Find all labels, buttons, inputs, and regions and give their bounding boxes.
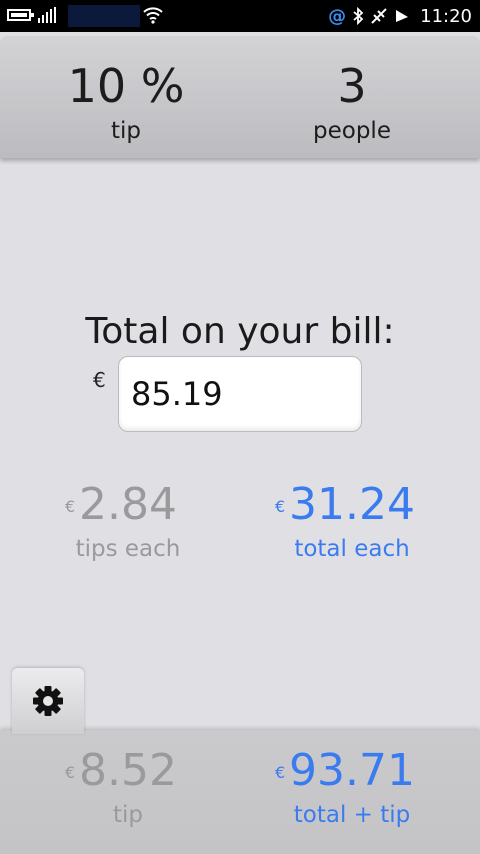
people-label: people	[313, 118, 391, 144]
people-value: 3	[337, 59, 367, 113]
tip-total-result: €8.52 tip	[8, 746, 248, 830]
signal-icon	[38, 7, 60, 23]
currency-symbol: €	[275, 497, 286, 516]
settings-button[interactable]	[12, 668, 84, 734]
currency-symbol: €	[65, 763, 76, 782]
total-each-value: 31.24	[289, 479, 415, 530]
alarm-icon	[396, 10, 409, 22]
total-plus-tip-label: total + tip	[293, 802, 411, 828]
total-each-result: €31.24 total each	[232, 480, 472, 564]
bill-amount-input[interactable]	[118, 356, 362, 432]
tips-each-label: tips each	[75, 536, 181, 562]
tip-percent-selector[interactable]: 10 % tip	[6, 36, 246, 158]
clock: 11:20	[420, 5, 472, 27]
settings-panel: 10 % tip 3 people	[0, 36, 480, 158]
currency-symbol: €	[275, 763, 286, 782]
operator-label	[68, 5, 140, 27]
currency-symbol: €	[65, 497, 76, 516]
no-signal-icon	[371, 8, 387, 24]
tips-each-value: 2.84	[79, 479, 177, 530]
total-plus-tip-result: €93.71 total + tip	[232, 746, 472, 830]
at-icon: @	[328, 5, 347, 27]
bill-currency-symbol: €	[93, 368, 106, 392]
gear-icon	[33, 686, 63, 716]
bill-total-label: Total on your bill:	[85, 311, 395, 352]
wifi-icon	[143, 7, 163, 24]
tip-total-label: tip	[112, 802, 143, 828]
totals-panel: €8.52 tip €93.71 total + tip	[0, 730, 480, 854]
tip-percent-value: 10 %	[67, 59, 185, 113]
total-each-label: total each	[294, 536, 410, 562]
tip-percent-label: tip	[110, 118, 141, 144]
battery-icon	[7, 9, 34, 21]
total-plus-tip-value: 93.71	[289, 745, 415, 796]
status-bar: @ 11:20	[0, 0, 480, 32]
people-selector[interactable]: 3 people	[232, 36, 472, 158]
bluetooth-icon	[353, 7, 364, 25]
tip-total-value: 8.52	[79, 745, 177, 796]
tips-each-result: €2.84 tips each	[8, 480, 248, 564]
